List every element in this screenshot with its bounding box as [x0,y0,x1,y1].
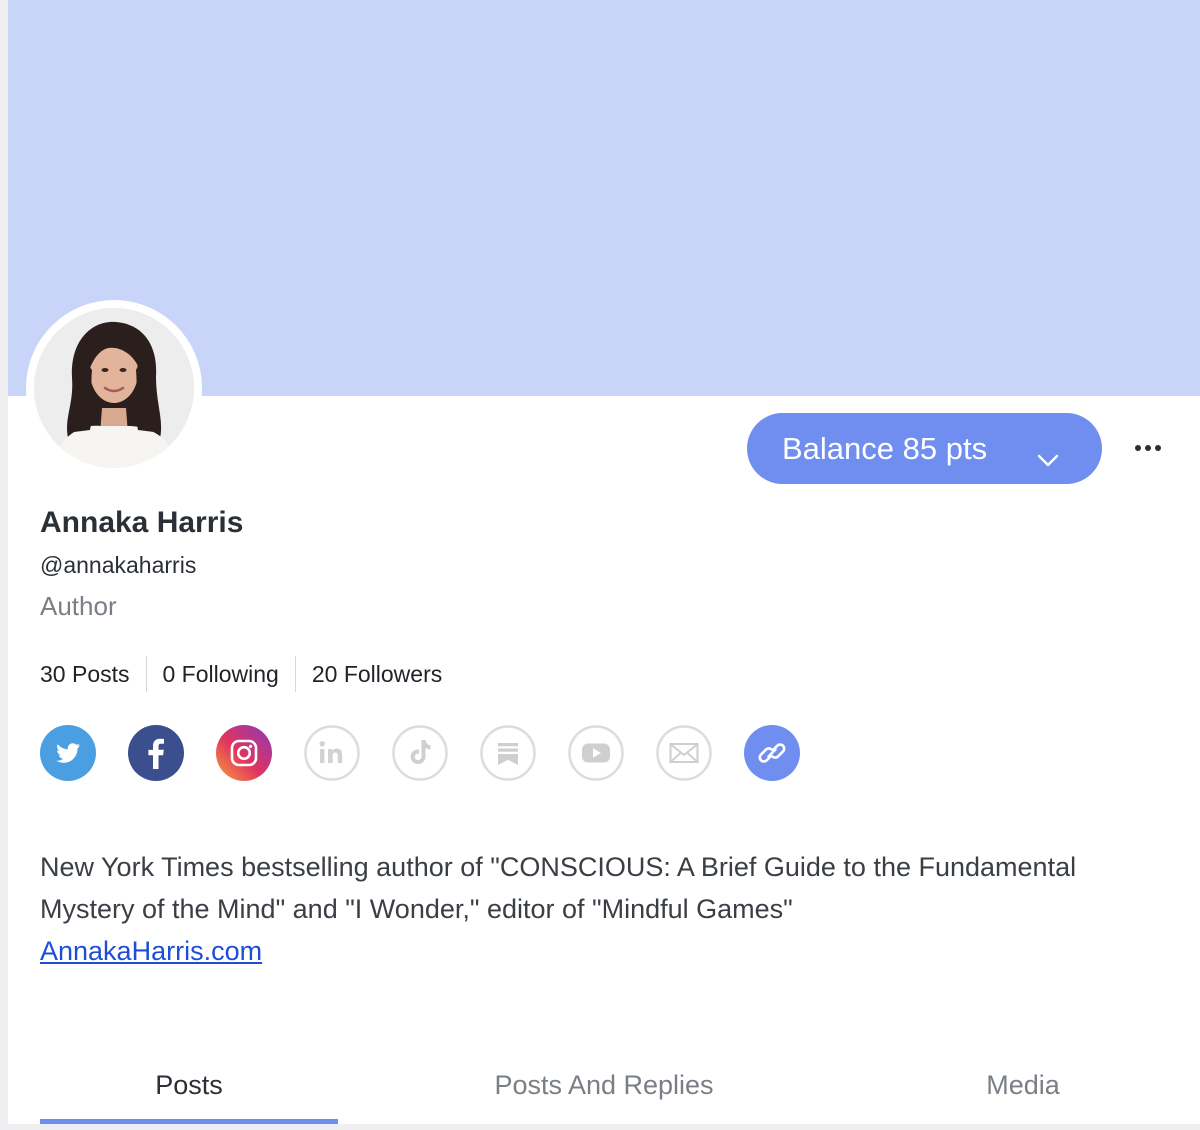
followers-count[interactable]: 20 Followers [312,661,442,688]
dot [1145,445,1151,451]
bio-website-link[interactable]: AnnakaHarris.com [40,936,262,966]
youtube-icon[interactable] [568,725,624,781]
chevron-down-icon [1037,440,1059,476]
bio-text: New York Times bestselling author of "CO… [40,852,1077,924]
profile-stats: 30 Posts 0 Following 20 Followers [40,656,442,692]
profile-bio: New York Times bestselling author of "CO… [40,846,1100,972]
posts-count[interactable]: 30 Posts [40,661,130,688]
stats-divider [294,656,296,692]
avatar-photo [34,308,194,468]
following-count[interactable]: 0 Following [163,661,279,688]
profile-tabs: Posts Posts And Replies Media [8,1055,1200,1124]
avatar-ring [26,300,202,476]
email-icon[interactable] [656,725,712,781]
stats-divider [145,656,147,692]
bookmark-icon[interactable] [480,725,536,781]
dot [1135,445,1141,451]
social-links [40,725,832,781]
tiktok-icon[interactable] [392,725,448,781]
facebook-icon[interactable] [128,725,184,781]
tab-posts[interactable]: Posts [40,1055,338,1115]
profile-role: Author [40,591,117,621]
linkedin-icon[interactable] [304,725,360,781]
balance-button[interactable]: Balance 85 pts [747,413,1102,484]
twitter-icon[interactable] [40,725,96,781]
balance-label: Balance 85 pts [782,430,988,466]
tab-posts-and-replies[interactable]: Posts And Replies [448,1055,760,1115]
link-icon[interactable] [744,725,800,781]
profile-name: Annaka Harris [40,506,244,539]
more-options-icon[interactable] [1126,430,1170,466]
active-tab-indicator [40,1119,338,1124]
dot [1155,445,1161,451]
instagram-icon[interactable] [216,725,272,781]
tab-media[interactable]: Media [943,1055,1103,1115]
profile-banner [8,0,1200,396]
profile-handle: @annakaharris [40,552,197,578]
avatar[interactable] [34,308,194,468]
profile-page: Balance 85 pts Annaka Harris @annakaharr… [8,0,1200,1124]
